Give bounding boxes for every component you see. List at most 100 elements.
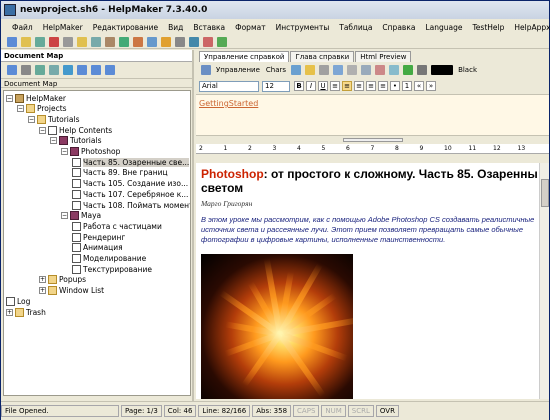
title-bar[interactable]: newproject.sh6 - HelpMaker 7.3.40.0 [1,1,549,19]
toolbar-icon-3[interactable] [49,36,59,47]
toolbar-icon-11[interactable] [161,36,171,47]
menu-item-7[interactable]: Таблица [334,23,377,32]
map-tool-icon-0[interactable] [7,65,17,75]
tree-node[interactable]: − HelpMaker [6,93,66,103]
collapse-icon[interactable]: − [61,148,68,155]
map-tool-icon-3[interactable] [49,65,59,75]
align-right-icon[interactable]: ≡ [366,81,376,91]
tree-node[interactable]: Анимация [72,243,123,253]
menu-item-8[interactable]: Справка [377,23,420,32]
expand-icon[interactable]: + [6,308,13,316]
outdent-icon[interactable]: « [414,81,424,91]
bold-button[interactable]: B [294,81,304,91]
toolbar-icon-13[interactable] [189,36,199,47]
tree-node[interactable]: + Popups [39,275,86,285]
italic-button[interactable]: I [306,81,316,91]
splitter-grip[interactable] [342,138,403,142]
tab-help-chapter[interactable]: Главa справки [290,51,355,62]
menu-item-5[interactable]: Формат [230,23,270,32]
toolbar-icon-12[interactable] [175,36,185,47]
map-tool-icon-1[interactable] [21,65,31,75]
document-tree[interactable]: − HelpMaker − Projects − Tutorials − Help Conte… [3,90,191,396]
tree-node[interactable]: Часть 85. Озаренные све... [72,157,190,167]
align-icon[interactable] [319,65,330,75]
expand-icon[interactable]: + [39,276,46,284]
tree-node[interactable]: Работа с частицами [72,221,162,231]
map-tool-icon-5[interactable] [77,65,87,75]
tree-node[interactable]: Часть 108. Поймать момент [72,200,190,210]
text-color-label[interactable]: Black [455,66,480,74]
toolbar-icon-9[interactable] [133,36,143,47]
map-tool-icon-6[interactable] [91,65,101,75]
toolbar-icon-6[interactable] [91,36,101,47]
justify-icon[interactable]: ≡ [378,81,388,91]
insert-icon[interactable] [291,65,302,75]
tab-help-management[interactable]: Управление справкой [199,51,290,62]
text-color-swatch[interactable] [431,65,454,75]
tree-node[interactable]: − Tutorials [28,114,79,124]
tree-node[interactable]: Log [6,296,30,306]
collapse-icon[interactable]: − [6,94,13,102]
manage-button[interactable]: Управление [213,66,263,74]
menu-item-4[interactable]: Вставка [188,23,230,32]
tree-node[interactable]: Рендеринг [72,232,125,242]
collapse-icon[interactable]: − [28,115,35,123]
toolbar-icon-14[interactable] [203,36,213,47]
expand-icon[interactable]: + [39,287,46,295]
toolbar-icon-7[interactable] [105,36,115,47]
tree-node[interactable]: Часть 89. Вне границ [72,168,168,178]
tree-node[interactable]: − Photoshop [61,147,120,157]
toolbar-icon-10[interactable] [147,36,157,47]
tree-node[interactable]: + Trash [6,307,46,317]
vertical-scrollbar[interactable] [539,163,549,399]
tree-node[interactable]: Часть 107. Серебряное к... [72,189,188,199]
collapse-icon[interactable]: − [39,126,46,134]
collapse-icon[interactable]: − [17,105,24,113]
align-center-icon[interactable]: ≡ [354,81,364,91]
topic-link[interactable]: GettingStarted [199,99,258,108]
toolbar-icon-5[interactable] [77,36,87,47]
toolbar-icon-4[interactable] [63,36,73,47]
tree-node[interactable]: Моделирование [72,254,146,264]
bullets-icon[interactable]: • [390,81,400,91]
font-select[interactable]: Arial [199,80,259,92]
scrollbar-thumb[interactable] [541,179,549,207]
tree-node[interactable]: − Maya [61,211,101,221]
menu-item-6[interactable]: Инструменты [271,23,335,32]
film-icon[interactable] [417,65,428,75]
tree-node[interactable]: + Window List [39,286,104,296]
tree-node[interactable]: − Help Contents [39,125,112,135]
numbering-icon[interactable]: 1 [402,81,412,91]
toolbar-icon-8[interactable] [119,36,129,47]
indent-icon[interactable]: » [426,81,436,91]
strike-icon[interactable]: ≡ [330,81,340,91]
chars-button[interactable]: Chars [263,66,289,74]
map-tool-icon-2[interactable] [35,65,45,75]
toolbar-icon-0[interactable] [7,36,17,47]
smiley-icon[interactable] [305,65,316,75]
align-left-icon[interactable]: ≡ [342,81,352,91]
image-icon[interactable] [347,65,358,75]
font-size-select[interactable]: 12 [262,80,290,92]
toolbar-icon-15[interactable] [217,36,227,47]
menu-item-3[interactable]: Вид [163,23,188,32]
menu-item-1[interactable]: HelpMaker [38,23,88,32]
ruler[interactable]: 2 1 2 3 4 5 6 7 8 9 10 11 12 13 [196,144,549,154]
toolbar-icon-1[interactable] [21,36,31,47]
menu-item-9[interactable]: Language [420,23,467,32]
menu-item-2[interactable]: Редактирование [88,23,163,32]
menu-item-10[interactable]: TestHelp [467,23,509,32]
tree-node[interactable]: Текстурирование [72,264,152,274]
menu-item-0[interactable]: Файл [7,23,38,32]
toolbar-icon-2[interactable] [35,36,45,47]
manage-icon[interactable] [201,65,211,75]
table-icon[interactable] [333,65,344,75]
globe-icon[interactable] [403,65,414,75]
collapse-icon[interactable]: − [61,212,68,220]
bookmark-icon[interactable] [375,65,386,75]
collapse-icon[interactable]: − [50,137,57,145]
menu-item-11[interactable]: HelpAppx [509,23,550,32]
splitter-handle[interactable] [196,136,549,144]
hr-icon[interactable] [389,65,400,75]
map-tool-icon-4[interactable] [63,65,73,75]
